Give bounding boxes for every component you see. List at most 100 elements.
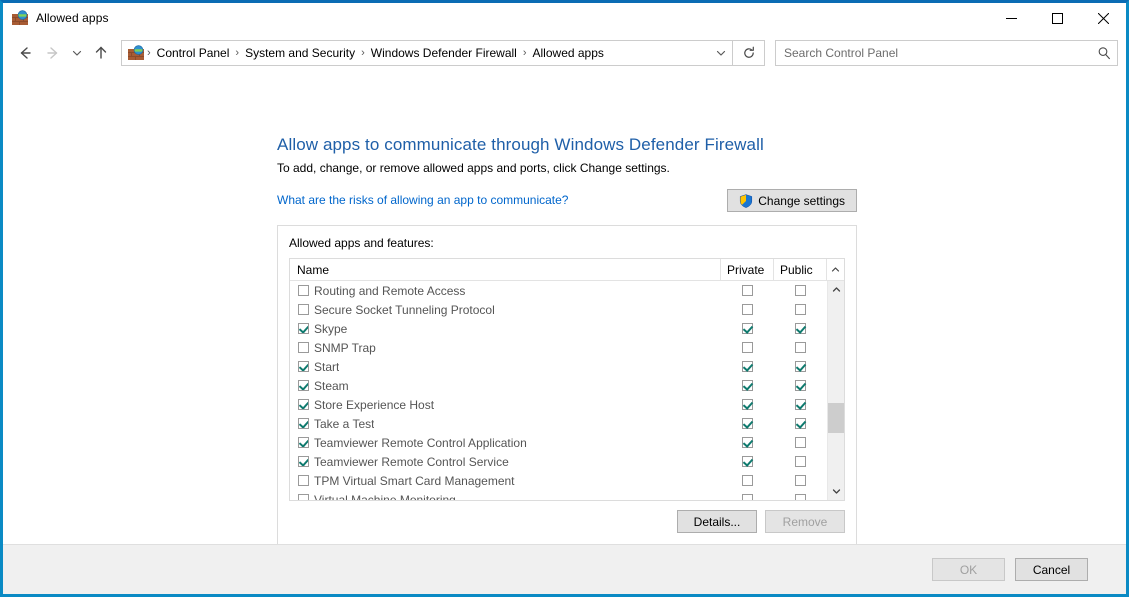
row-private-checkbox[interactable] — [742, 361, 753, 372]
table-row[interactable]: Teamviewer Remote Control Application — [290, 433, 827, 452]
search-input[interactable] — [776, 46, 1091, 60]
maximize-button[interactable] — [1034, 3, 1080, 33]
row-public-checkbox-cell — [774, 323, 827, 334]
row-name-label: Virtual Machine Monitoring — [314, 492, 456, 501]
row-public-checkbox-cell — [774, 494, 827, 500]
table-row[interactable]: SNMP Trap — [290, 338, 827, 357]
row-enabled-checkbox[interactable] — [298, 323, 309, 334]
table-row[interactable]: Teamviewer Remote Control Service — [290, 452, 827, 471]
row-public-checkbox[interactable] — [795, 323, 806, 334]
breadcrumb-item-windows-defender-firewall[interactable]: Windows Defender Firewall — [366, 44, 522, 62]
uac-shield-icon — [739, 193, 753, 208]
row-enabled-checkbox[interactable] — [298, 456, 309, 467]
row-private-checkbox[interactable] — [742, 494, 753, 500]
row-name-cell: Virtual Machine Monitoring — [290, 492, 721, 501]
row-enabled-checkbox[interactable] — [298, 304, 309, 315]
address-dropdown-chevron-down-icon[interactable] — [710, 41, 732, 65]
minimize-button[interactable] — [988, 3, 1034, 33]
close-button[interactable] — [1080, 3, 1126, 33]
row-private-checkbox[interactable] — [742, 323, 753, 334]
page-description: To add, change, or remove allowed apps a… — [277, 161, 670, 175]
row-public-checkbox[interactable] — [795, 399, 806, 410]
row-enabled-checkbox[interactable] — [298, 361, 309, 372]
table-row[interactable]: Store Experience Host — [290, 395, 827, 414]
row-public-checkbox[interactable] — [795, 456, 806, 467]
row-public-checkbox-cell — [774, 304, 827, 315]
row-enabled-checkbox[interactable] — [298, 399, 309, 410]
table-row[interactable]: TPM Virtual Smart Card Management — [290, 471, 827, 490]
row-name-label: Start — [314, 359, 340, 374]
column-header-public[interactable]: Public — [774, 259, 827, 280]
row-enabled-checkbox[interactable] — [298, 494, 309, 500]
scrollbar-down-button[interactable] — [828, 483, 844, 500]
row-public-checkbox[interactable] — [795, 361, 806, 372]
row-private-checkbox[interactable] — [742, 399, 753, 410]
row-public-checkbox[interactable] — [795, 418, 806, 429]
row-enabled-checkbox[interactable] — [298, 380, 309, 391]
row-private-checkbox[interactable] — [742, 456, 753, 467]
row-private-checkbox[interactable] — [742, 285, 753, 296]
risks-link[interactable]: What are the risks of allowing an app to… — [277, 189, 568, 207]
row-public-checkbox-cell — [774, 380, 827, 391]
table-row[interactable]: Start — [290, 357, 827, 376]
row-enabled-checkbox[interactable] — [298, 418, 309, 429]
row-public-checkbox-cell — [774, 342, 827, 353]
row-public-checkbox[interactable] — [795, 494, 806, 500]
change-settings-button[interactable]: Change settings — [727, 189, 857, 212]
scroll-up-chevron-icon[interactable] — [827, 259, 844, 280]
row-public-checkbox[interactable] — [795, 380, 806, 391]
listview-scrollbar[interactable] — [827, 281, 844, 500]
title-bar: Allowed apps — [3, 3, 1126, 33]
row-enabled-checkbox[interactable] — [298, 437, 309, 448]
row-public-checkbox[interactable] — [795, 475, 806, 486]
address-bar[interactable]: › Control Panel › System and Security › … — [121, 40, 733, 66]
breadcrumb-item-control-panel[interactable]: Control Panel — [152, 44, 235, 62]
column-header-name[interactable]: Name — [290, 259, 721, 280]
row-private-checkbox[interactable] — [742, 342, 753, 353]
row-private-checkbox[interactable] — [742, 418, 753, 429]
refresh-button[interactable] — [733, 40, 765, 66]
back-button[interactable] — [11, 38, 39, 68]
scrollbar-thumb[interactable] — [828, 403, 844, 434]
row-enabled-checkbox[interactable] — [298, 475, 309, 486]
row-public-checkbox-cell — [774, 475, 827, 486]
table-row[interactable]: Virtual Machine Monitoring — [290, 490, 827, 500]
row-private-checkbox[interactable] — [742, 475, 753, 486]
scrollbar-up-button[interactable] — [828, 281, 844, 298]
breadcrumb-item-allowed-apps[interactable]: Allowed apps — [528, 44, 609, 62]
row-public-checkbox[interactable] — [795, 342, 806, 353]
row-public-checkbox[interactable] — [795, 285, 806, 296]
listview-header: Name Private Public — [290, 259, 844, 281]
row-name-cell: Teamviewer Remote Control Service — [290, 455, 721, 469]
listview-body: Routing and Remote Access Secure Socket T… — [290, 281, 844, 500]
row-public-checkbox[interactable] — [795, 304, 806, 315]
recent-locations-button[interactable] — [67, 38, 87, 68]
row-private-checkbox[interactable] — [742, 304, 753, 315]
row-enabled-checkbox[interactable] — [298, 285, 309, 296]
scrollbar-track[interactable] — [828, 298, 844, 483]
row-enabled-checkbox[interactable] — [298, 342, 309, 353]
row-public-checkbox[interactable] — [795, 437, 806, 448]
table-row[interactable]: Secure Socket Tunneling Protocol — [290, 300, 827, 319]
table-row[interactable]: Routing and Remote Access — [290, 281, 827, 300]
column-header-private[interactable]: Private — [721, 259, 774, 280]
row-name-label: TPM Virtual Smart Card Management — [314, 473, 515, 488]
table-row[interactable]: Steam — [290, 376, 827, 395]
table-row[interactable]: Take a Test — [290, 414, 827, 433]
row-private-checkbox-cell — [721, 361, 774, 372]
up-button[interactable] — [87, 38, 115, 68]
breadcrumb-item-system-and-security[interactable]: System and Security — [240, 44, 360, 62]
allowed-apps-panel: Allow apps to communicate through Window… — [277, 135, 857, 544]
search-box[interactable] — [775, 40, 1118, 66]
row-public-checkbox-cell — [774, 361, 827, 372]
row-public-checkbox-cell — [774, 285, 827, 296]
table-row[interactable]: Skype — [290, 319, 827, 338]
search-icon[interactable] — [1091, 46, 1117, 60]
row-name-cell: Store Experience Host — [290, 398, 721, 412]
row-private-checkbox[interactable] — [742, 437, 753, 448]
row-private-checkbox-cell — [721, 285, 774, 296]
cancel-button[interactable]: Cancel — [1015, 558, 1088, 581]
details-button[interactable]: Details... — [677, 510, 757, 533]
row-private-checkbox[interactable] — [742, 380, 753, 391]
allowed-apps-listview[interactable]: Name Private Public Routing and Remote A… — [289, 258, 845, 501]
